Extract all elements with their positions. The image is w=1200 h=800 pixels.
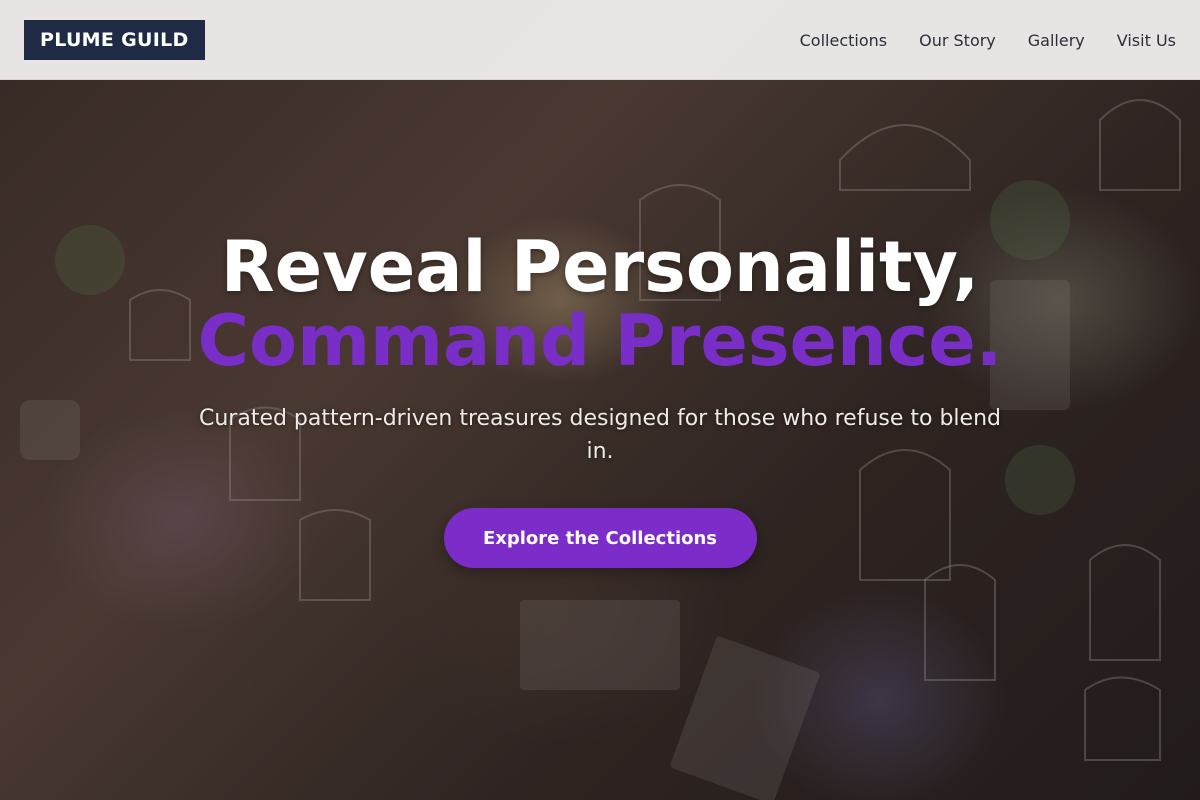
headline-line-2: Command Presence. xyxy=(197,300,1003,382)
explore-collections-button[interactable]: Explore the Collections xyxy=(443,508,757,568)
logo[interactable]: PLUME GUILD xyxy=(24,20,205,60)
nav-link-collections[interactable]: Collections xyxy=(800,31,887,50)
hero-subtitle: Curated pattern-driven treasures designe… xyxy=(198,406,1001,464)
hero-section: Reveal Personality, Command Presence. Cu… xyxy=(0,230,1200,568)
nav-link-our-story[interactable]: Our Story xyxy=(919,31,996,50)
nav-link-gallery[interactable]: Gallery xyxy=(1028,31,1085,50)
headline-line-1: Reveal Personality, xyxy=(220,226,980,308)
hero-headline: Reveal Personality, Command Presence. xyxy=(0,230,1200,378)
main-nav: Collections Our Story Gallery Visit Us xyxy=(800,0,1176,80)
site-header: PLUME GUILD Collections Our Story Galler… xyxy=(0,0,1200,80)
nav-link-visit-us[interactable]: Visit Us xyxy=(1117,31,1176,50)
